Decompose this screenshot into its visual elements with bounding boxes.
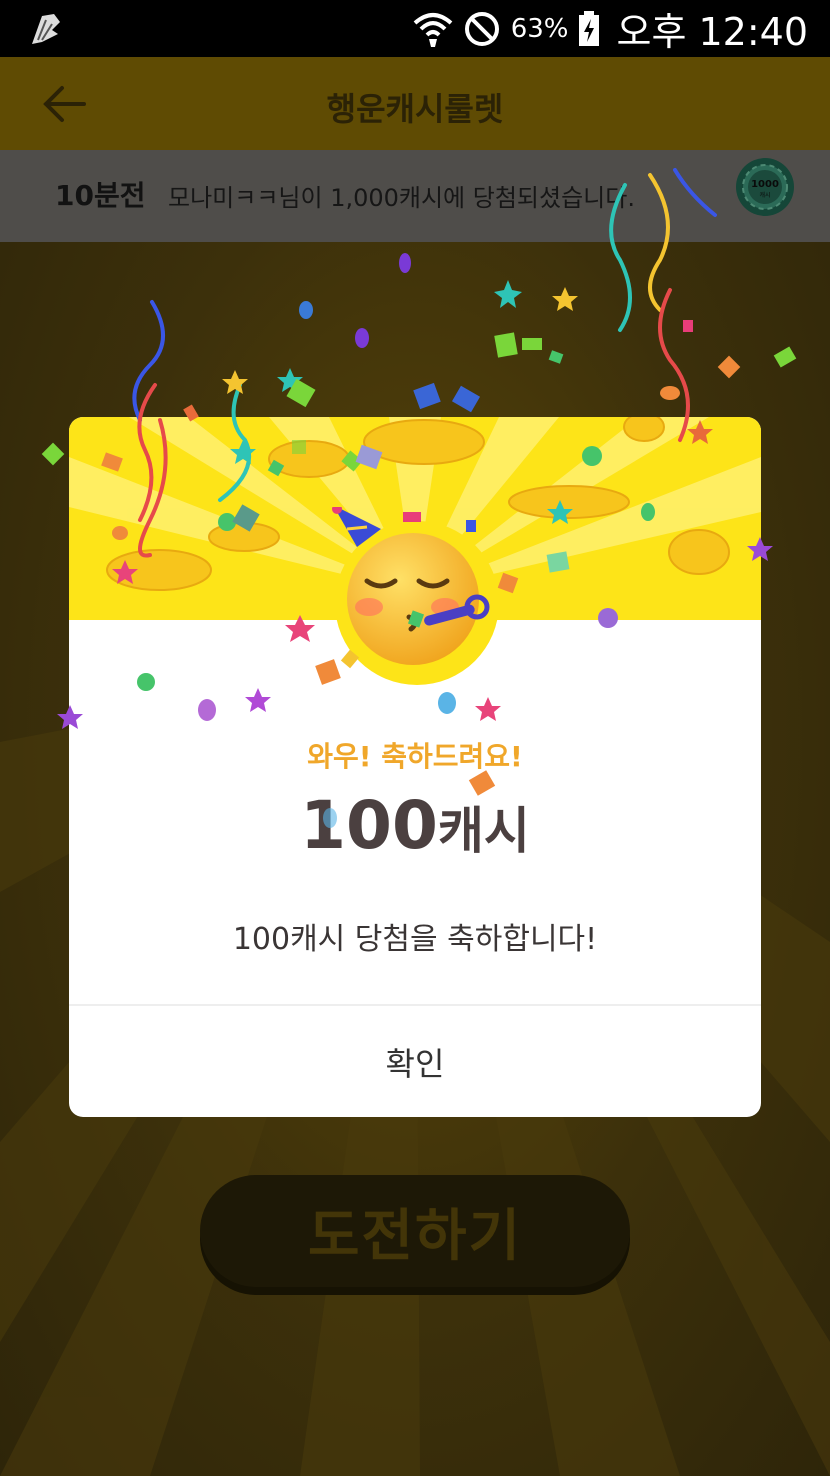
congrats-headline: 와우! 축하드려요! [307, 740, 523, 773]
partying-face-icon [332, 507, 499, 685]
chip-label: 1000 [751, 179, 779, 190]
app-bar: 행운캐시룰렛 [0, 57, 830, 150]
battery-charging-icon [579, 10, 600, 46]
do-not-disturb-icon [464, 11, 499, 46]
wifi-icon [413, 12, 453, 47]
cash-chip-icon: 1000 캐시 [736, 158, 794, 216]
ticker-time: 10분전 [55, 179, 146, 212]
chip-sub: 캐시 [759, 191, 770, 199]
prize-amount-unit: 캐시 [437, 802, 530, 860]
confirm-label: 확인 [385, 1044, 445, 1083]
app-notification-icon [32, 14, 60, 44]
prize-amount-number: 100 [300, 787, 438, 864]
congrats-dialog: 와우! 축하드려요! 100캐시 100캐시 당첨을 축하합니다! 확인 [69, 417, 761, 1117]
confirm-button[interactable]: 확인 [69, 1006, 761, 1117]
winner-ticker: 10분전 모나미ㅋㅋ님이 1,000캐시에 당첨되셨습니다. [0, 150, 830, 242]
page-title: 행운캐시룰렛 [326, 90, 504, 128]
challenge-label: 도전하기 [307, 1203, 523, 1269]
status-time: 오후 12:40 [616, 10, 808, 54]
status-bar: 63% 오후 12:40 [0, 0, 830, 57]
ticker-message: 모나미ㅋㅋ님이 1,000캐시에 당첨되셨습니다. [168, 184, 635, 212]
challenge-button[interactable]: 도전하기 [200, 1175, 630, 1287]
prize-amount: 100캐시 [69, 787, 761, 864]
congrats-message: 100캐시 당첨을 축하합니다! [232, 922, 598, 957]
battery-percent: 63% [510, 13, 569, 44]
